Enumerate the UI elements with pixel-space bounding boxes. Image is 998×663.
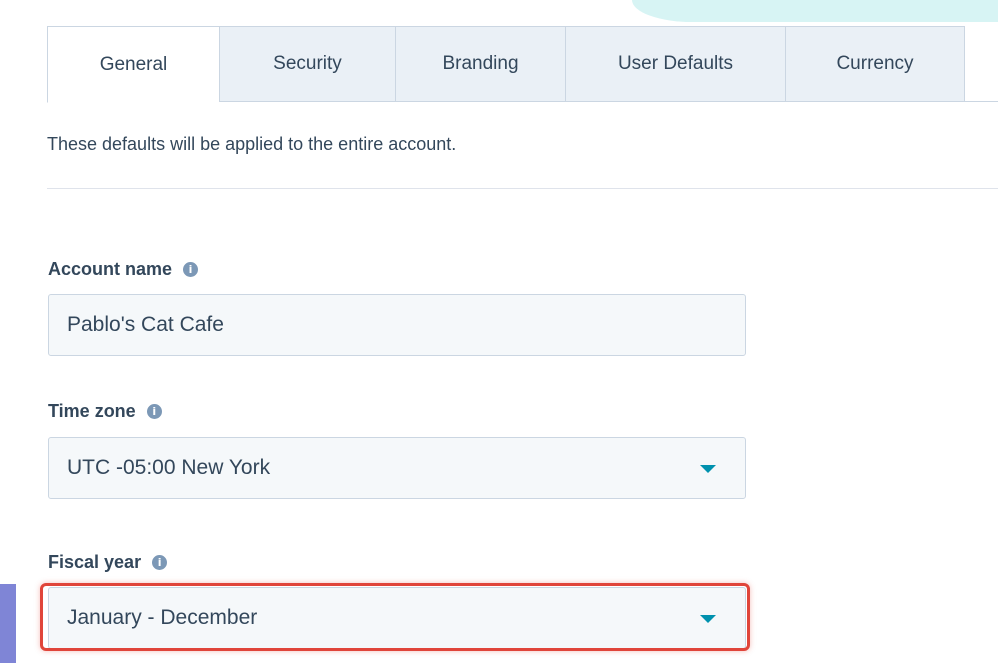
account-name-label-text: Account name: [48, 259, 173, 279]
tab-user-defaults[interactable]: User Defaults: [565, 26, 785, 102]
fiscal-year-value: January - December: [67, 606, 258, 629]
decorative-shape-left: [0, 584, 16, 663]
time-zone-label-text: Time zone: [48, 401, 136, 421]
fiscal-year-label-text: Fiscal year: [48, 552, 142, 572]
info-icon[interactable]: i: [146, 404, 162, 419]
account-defaults-page: General Security Branding User Defaults …: [0, 0, 998, 663]
account-name-input[interactable]: Pablo's Cat Cafe: [48, 294, 746, 356]
tab-general[interactable]: General: [47, 26, 219, 103]
tab-branding[interactable]: Branding: [395, 26, 565, 102]
account-name-label: Account name i: [48, 259, 199, 280]
account-name-value: Pablo's Cat Cafe: [67, 313, 224, 336]
caret-down-icon: [700, 615, 716, 623]
info-icon[interactable]: i: [152, 555, 168, 570]
caret-down-icon: [700, 465, 716, 473]
divider: [47, 188, 998, 189]
tab-currency[interactable]: Currency: [785, 26, 965, 102]
time-zone-label: Time zone i: [48, 401, 162, 422]
fiscal-year-select[interactable]: January - December: [48, 587, 746, 649]
tab-security[interactable]: Security: [219, 26, 395, 102]
time-zone-select[interactable]: UTC -05:00 New York: [48, 437, 746, 499]
intro-text: These defaults will be applied to the en…: [47, 134, 457, 154]
decorative-shape-top: [632, 0, 998, 22]
info-icon[interactable]: i: [183, 262, 199, 277]
settings-tabs: General Security Branding User Defaults …: [47, 26, 998, 103]
fiscal-year-label: Fiscal year i: [48, 552, 168, 573]
time-zone-value: UTC -05:00 New York: [67, 456, 271, 479]
